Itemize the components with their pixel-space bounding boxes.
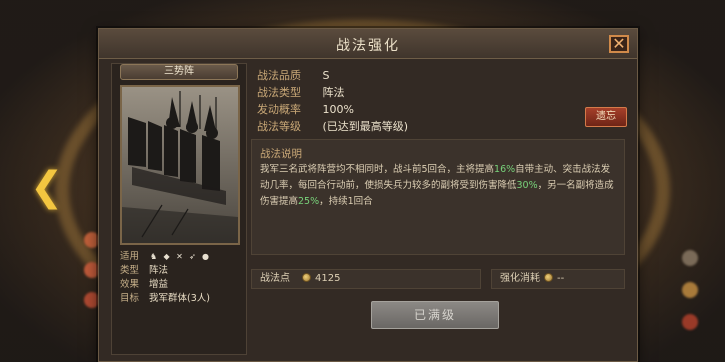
soldiers-illustration — [122, 87, 238, 243]
skill-points-value: 4125 — [315, 273, 341, 284]
description-segment: 我军三名武将阵营均不相同时，战斗前5回合，主将提高 — [260, 164, 495, 175]
arm-type-icons: ♞ ◆ ✕ ➶ ● — [149, 252, 210, 261]
side-indicator — [682, 314, 698, 330]
title-bar: 战法强化 ✕ — [99, 29, 637, 59]
description-highlight: 25% — [298, 196, 320, 207]
left-arrow-icon[interactable]: ❮ — [30, 165, 64, 209]
meta-row-quality: 战法品质 S — [257, 67, 627, 84]
description-highlight: 16% — [494, 164, 516, 175]
skill-card-info: 适用 ♞ ◆ ✕ ➶ ● 类型 阵法 效果 增益 目标 我军群体(3人) — [120, 250, 244, 306]
description-segment: ，持续1回合 — [319, 196, 373, 207]
info-value: 我军群体(3人) — [149, 293, 210, 304]
description-highlight: 30% — [516, 180, 538, 191]
info-value: 增益 — [149, 279, 169, 290]
info-key: 效果 — [120, 279, 140, 290]
info-row-effect: 效果 增益 — [120, 278, 244, 292]
meta-key: 发动概率 — [257, 103, 301, 116]
info-row-target: 目标 我军群体(3人) — [120, 292, 244, 306]
dialog-title: 战法强化 — [336, 38, 400, 54]
info-row-type: 类型 阵法 — [120, 264, 244, 278]
coin-icon — [302, 273, 311, 282]
shield-icon: ◆ — [163, 252, 170, 261]
upgrade-cost-label: 强化消耗 — [500, 273, 540, 284]
skill-description: 战法说明 我军三名武将阵营均不相同时，战斗前5回合，主将提高16%自带主动、突击… — [251, 139, 625, 255]
skill-card: 三势阵 适用 ♞ ◆ ✕ ➶ ● 类型 阵法 效果 增益 目标 我军群体(3人) — [111, 63, 247, 355]
side-indicator — [682, 282, 698, 298]
skill-points-box: 战法点 4125 — [251, 269, 481, 289]
skill-meta: 战法品质 S 战法类型 阵法 发动概率 100% 战法等级 (已达到最高等级) — [257, 67, 627, 135]
bow-icon: ➶ — [189, 252, 196, 261]
max-level-button[interactable]: 已满级 — [371, 301, 499, 329]
meta-value: 100% — [322, 103, 354, 116]
info-key: 目标 — [120, 293, 140, 304]
meta-key: 战法品质 — [257, 69, 301, 82]
description-text: 我军三名武将阵营均不相同时，战斗前5回合，主将提高16%自带主动、突击战法发动几… — [260, 162, 616, 210]
side-indicator — [682, 250, 698, 266]
siege-icon: ● — [202, 252, 210, 261]
meta-value: (已达到最高等级) — [322, 120, 409, 133]
upgrade-cost-box: 强化消耗 -- — [491, 269, 625, 289]
crossed-spears-icon: ✕ — [176, 252, 183, 261]
coin-icon — [544, 273, 553, 282]
skill-upgrade-dialog: 战法强化 ✕ 三势阵 适用 ♞ ◆ ✕ ➶ ● 类型 阵法 效果 增益 目标 我… — [98, 28, 638, 362]
meta-row-level: 战法等级 (已达到最高等级) — [257, 118, 627, 135]
meta-value: S — [322, 69, 330, 82]
meta-value: 阵法 — [322, 86, 345, 99]
meta-row-probability: 发动概率 100% — [257, 101, 627, 118]
cavalry-icon: ♞ — [149, 252, 158, 261]
close-button[interactable]: ✕ — [609, 35, 629, 53]
info-value: 阵法 — [149, 265, 169, 276]
meta-row-type: 战法类型 阵法 — [257, 84, 627, 101]
meta-key: 战法等级 — [257, 120, 301, 133]
description-title: 战法说明 — [260, 148, 302, 160]
upgrade-cost-value: -- — [557, 273, 565, 284]
skill-points-label: 战法点 — [260, 273, 290, 284]
forget-button[interactable]: 遗忘 — [585, 107, 627, 127]
skill-artwork — [120, 85, 240, 245]
info-row-applies: 适用 ♞ ◆ ✕ ➶ ● — [120, 250, 244, 264]
meta-key: 战法类型 — [257, 86, 301, 99]
info-key: 类型 — [120, 265, 140, 276]
info-key: 适用 — [120, 251, 140, 262]
skill-name: 三势阵 — [120, 64, 238, 80]
